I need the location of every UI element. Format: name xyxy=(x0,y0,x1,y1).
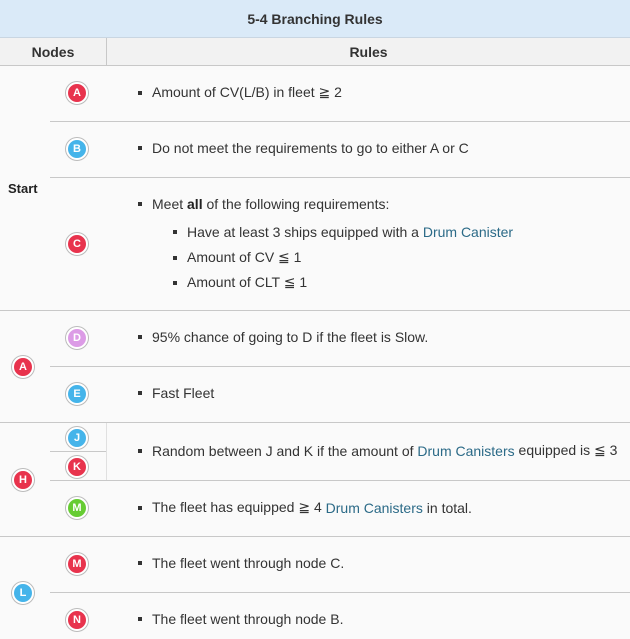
rule-text: equipped is ≦ 3 xyxy=(518,442,618,458)
row-separator xyxy=(50,177,630,178)
drum-canisters-link[interactable]: Drum Canisters xyxy=(326,500,423,516)
rule-text: Random between J and K if the amount of xyxy=(152,442,414,459)
bullet-icon xyxy=(138,146,142,150)
rule-a-cv: Amount of CV(L/B) in fleet ≧ 2 xyxy=(138,84,342,101)
rule-text: Amount of CV ≦ 1 xyxy=(187,249,302,265)
rule-bold-text: all xyxy=(187,196,203,212)
node-c-icon: C xyxy=(66,233,88,255)
bullet-icon xyxy=(173,255,177,260)
bullet-icon xyxy=(138,448,142,453)
node-d-icon: D xyxy=(66,327,88,349)
row-separator xyxy=(50,480,630,481)
rule-text: Fast Fleet xyxy=(152,385,215,401)
rule-text: The fleet went through node C. xyxy=(152,555,345,571)
node-l-icon: L xyxy=(12,582,34,604)
column-separator xyxy=(106,423,107,480)
rule-text: Amount of CLT ≦ 1 xyxy=(187,274,308,290)
rule-text: The fleet has equipped ≧ 4 xyxy=(152,499,322,515)
drum-canisters-link[interactable]: Drum Canisters xyxy=(417,443,514,459)
node-a-icon: A xyxy=(66,82,88,104)
table-title: 5-4 Branching Rules xyxy=(0,0,630,38)
row-separator xyxy=(50,592,630,593)
separator xyxy=(0,422,630,423)
rules-column-header: Rules xyxy=(107,38,630,66)
node-n-icon: N xyxy=(66,609,88,631)
node-h-icon: H xyxy=(12,469,34,491)
bullet-icon xyxy=(138,391,142,395)
rule-text: Amount of CV(L/B) in fleet ≧ 2 xyxy=(152,84,342,100)
drum-canister-link[interactable]: Drum Canister xyxy=(423,224,513,240)
separator xyxy=(0,536,630,537)
rule-l-n: The fleet went through node B. xyxy=(138,611,343,627)
bullet-icon xyxy=(138,617,142,621)
bullet-icon xyxy=(138,561,142,565)
node-b-icon: B xyxy=(66,138,88,160)
bullet-icon xyxy=(138,505,142,510)
rule-d-slow: 95% chance of going to D if the fleet is… xyxy=(138,329,428,345)
row-separator xyxy=(50,366,630,367)
node-k-icon: K xyxy=(66,456,88,478)
bullet-icon xyxy=(138,90,142,95)
rule-m-drums: The fleet has equipped ≧ 4 Drum Canister… xyxy=(138,499,472,516)
bullet-icon xyxy=(138,202,142,206)
rule-b-fallback: Do not meet the requirements to go to ei… xyxy=(138,140,469,156)
rule-c-req3: Amount of CLT ≦ 1 xyxy=(173,274,307,291)
rule-c-intro: Meet all of the following requirements: xyxy=(138,196,389,212)
rule-text: Have at least 3 ships equipped with a xyxy=(187,224,419,240)
node-a-icon: A xyxy=(12,356,34,378)
bullet-icon xyxy=(138,335,142,339)
rule-text: 95% chance of going to D if the fleet is… xyxy=(152,329,429,345)
rule-text: in total. xyxy=(426,499,472,516)
rule-text: Do not meet the requirements to go to ei… xyxy=(152,140,469,156)
separator xyxy=(0,310,630,311)
rule-e-fast: Fast Fleet xyxy=(138,385,214,401)
node-j-icon: J xyxy=(66,427,88,449)
rule-jk-random: Random between J and K if the amount of … xyxy=(138,442,617,459)
rule-text: The fleet went through node B. xyxy=(152,611,344,627)
row-separator xyxy=(50,121,630,122)
node-e-icon: E xyxy=(66,383,88,405)
rule-l-m: The fleet went through node C. xyxy=(138,555,344,571)
rule-text: of the following requirements: xyxy=(206,196,390,212)
start-label: Start xyxy=(8,181,38,196)
bullet-icon xyxy=(173,280,177,285)
node-m-icon: M xyxy=(66,553,88,575)
bullet-icon xyxy=(173,230,177,234)
group-start xyxy=(0,66,630,310)
nodes-column-header: Nodes xyxy=(0,38,107,66)
rule-c-req1: Have at least 3 ships equipped with a Dr… xyxy=(173,224,513,240)
rule-text: Meet xyxy=(152,196,184,212)
node-m-icon: M xyxy=(66,497,88,519)
row-separator xyxy=(50,451,106,452)
rule-c-req2: Amount of CV ≦ 1 xyxy=(173,249,301,266)
